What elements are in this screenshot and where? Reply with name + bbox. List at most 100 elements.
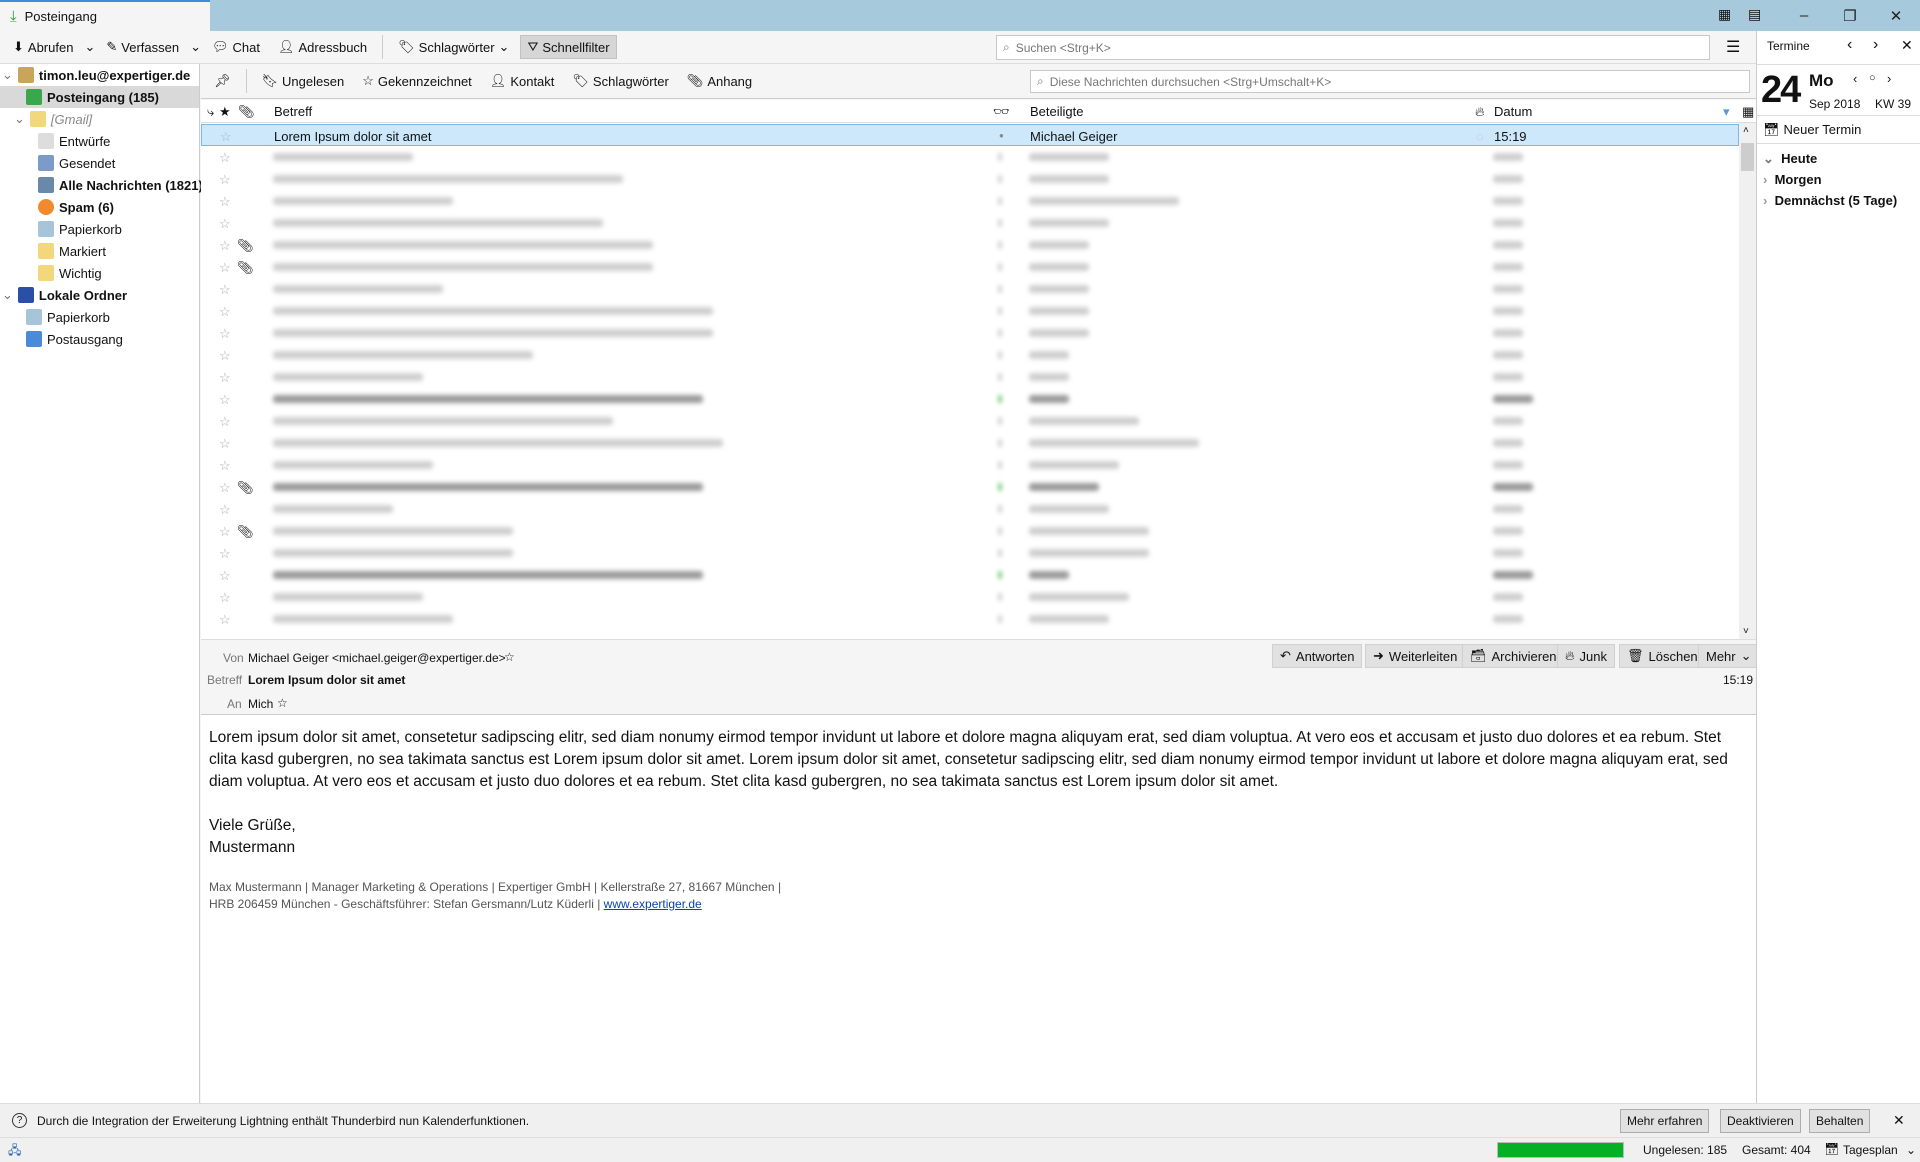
star-icon[interactable]: ☆ [219, 524, 231, 540]
read-dot-icon[interactable] [998, 593, 1002, 601]
section-heute[interactable]: ⌄ Heute [1763, 151, 1817, 167]
close-icon[interactable]: ✕ [1893, 1112, 1905, 1129]
read-dot-icon[interactable] [998, 549, 1002, 557]
deactivate-button[interactable]: Deaktivieren [1720, 1109, 1801, 1133]
folder-item[interactable]: ⌄ [Gmail] [0, 108, 199, 130]
star-column-icon[interactable]: ★ [219, 104, 231, 120]
read-dot-icon[interactable]: ● [999, 131, 1004, 140]
address-book-button[interactable]: 👤︎ Adressbuch [271, 35, 374, 59]
chevron-down-icon[interactable]: ⌄ [2, 287, 13, 303]
message-row[interactable]: ☆ 📎︎ [201, 234, 1739, 256]
sticky-filter-button[interactable]: 📌︎ [207, 69, 238, 93]
message-row[interactable]: ☆ 📎︎ [201, 476, 1739, 498]
folder-item[interactable]: Alle Nachrichten (1821) [0, 174, 203, 196]
more-button[interactable]: Mehr ⌄ [1698, 644, 1760, 668]
to-address[interactable]: Mich [248, 697, 273, 711]
get-mail-button[interactable]: ⬇ Abrufen [6, 35, 80, 59]
read-dot-icon[interactable] [998, 571, 1002, 579]
star-icon[interactable]: ☆ [219, 172, 231, 188]
chevron-down-icon[interactable]: ⌄ [190, 39, 201, 55]
message-filter-input[interactable]: ⌕ Diese Nachrichten durchsuchen <Strg+Ums… [1030, 70, 1750, 93]
message-list-scrollbar[interactable]: ˄ ˅ [1739, 123, 1756, 639]
folder-item[interactable]: Papierkorb [0, 306, 199, 328]
read-dot-icon[interactable] [998, 527, 1002, 535]
filter-attachment[interactable]: 📎︎ Anhang [680, 69, 759, 93]
chevron-down-icon[interactable]: ⌄ [14, 111, 25, 127]
read-dot-icon[interactable] [998, 153, 1002, 161]
read-dot-icon[interactable] [998, 417, 1002, 425]
folder-item[interactable]: Postausgang [0, 328, 199, 350]
star-icon[interactable]: ☆ [219, 436, 231, 452]
from-address[interactable]: Michael Geiger <michael.geiger@expertige… [248, 651, 506, 665]
read-dot-icon[interactable] [998, 351, 1002, 359]
junk-icon[interactable]: ◌ [1476, 129, 1484, 144]
message-row[interactable]: ☆ 📎︎ [201, 520, 1739, 542]
star-icon[interactable]: ☆ [219, 238, 231, 254]
star-icon[interactable]: ☆ [219, 568, 231, 584]
quick-filter-button[interactable]: ⛛ Schnellfilter [520, 35, 617, 59]
restore-button[interactable]: ❐ [1828, 0, 1872, 31]
message-row[interactable]: ☆ [201, 190, 1739, 212]
star-icon[interactable]: ☆ [219, 458, 231, 474]
message-row[interactable]: ☆ 📎︎ [201, 256, 1739, 278]
star-icon[interactable]: ☆ [219, 612, 231, 628]
read-dot-icon[interactable] [998, 395, 1002, 403]
today-icon[interactable]: ○ [1869, 72, 1876, 84]
folder-item[interactable]: Entwürfe [0, 130, 199, 152]
junk-button[interactable]: 🔥︎ Junk [1557, 644, 1616, 668]
star-icon[interactable]: ☆ [219, 348, 231, 364]
read-dot-icon[interactable] [998, 241, 1002, 249]
message-list[interactable]: ☆ Lorem Ipsum dolor sit amet ● Michael G… [201, 123, 1739, 639]
star-icon[interactable]: ☆ [219, 216, 231, 232]
star-icon[interactable]: ☆ [219, 260, 231, 276]
read-dot-icon[interactable] [998, 439, 1002, 447]
section-morgen[interactable]: › Morgen [1763, 172, 1822, 187]
read-dot-icon[interactable] [998, 263, 1002, 271]
reply-button[interactable]: ↶ Antworten [1272, 644, 1363, 668]
star-icon[interactable]: ☆ [219, 304, 231, 320]
read-dot-icon[interactable] [998, 483, 1002, 491]
tasks-tab-icon[interactable]: ▤ [1748, 6, 1761, 23]
read-dot-icon[interactable] [998, 285, 1002, 293]
folder-item[interactable]: Papierkorb [0, 218, 199, 240]
star-icon[interactable]: ☆ [219, 392, 231, 408]
junk-column-icon[interactable]: 🔥︎ [1475, 104, 1485, 120]
keep-button[interactable]: Behalten [1809, 1109, 1871, 1133]
message-row[interactable]: ☆ [201, 366, 1739, 388]
chevron-down-icon[interactable]: ⌄ [1906, 1143, 1916, 1157]
message-row[interactable]: ☆ [201, 454, 1739, 476]
star-icon[interactable]: ☆ [219, 546, 231, 562]
menu-icon[interactable]: ☰ [1726, 37, 1740, 57]
column-datum[interactable]: Datum [1494, 104, 1532, 119]
message-row[interactable]: ☆ [201, 432, 1739, 454]
read-dot-icon[interactable] [998, 373, 1002, 381]
message-row[interactable]: ☆ [201, 608, 1739, 630]
filter-unread[interactable]: 🔖︎ Ungelesen [255, 69, 352, 93]
chevron-down-icon[interactable]: ⌄ [2, 67, 13, 83]
column-picker-icon[interactable]: ▦ [1742, 104, 1754, 120]
star-icon[interactable]: ☆ [277, 696, 288, 710]
read-dot-icon[interactable] [998, 505, 1002, 513]
compose-button[interactable]: ✎ Verfassen [99, 35, 186, 59]
filter-starred[interactable]: ☆ Gekennzeichnet [355, 69, 479, 93]
archive-button[interactable]: 🗃︎ Archivieren [1462, 644, 1565, 668]
chevron-down-icon[interactable]: ⌄ [84, 39, 95, 55]
folder-item[interactable]: Wichtig [0, 262, 199, 284]
read-dot-icon[interactable] [998, 307, 1002, 315]
filter-contact[interactable]: 👤︎ Kontakt [483, 69, 562, 93]
minimize-button[interactable]: – [1782, 0, 1826, 31]
star-icon[interactable]: ☆ [219, 590, 231, 606]
today-pane-toggle[interactable]: Tagesplan [1843, 1143, 1898, 1157]
learn-more-button[interactable]: Mehr erfahren [1620, 1109, 1710, 1133]
message-row[interactable]: ☆ [201, 278, 1739, 300]
section-demnaechst[interactable]: › Demnächst (5 Tage) [1763, 193, 1897, 208]
folder-item[interactable]: Markiert [0, 240, 199, 262]
read-column-icon[interactable]: 👓︎ [993, 104, 1010, 120]
column-betreff[interactable]: Betreff [274, 104, 312, 119]
message-row[interactable]: ☆ [201, 300, 1739, 322]
star-icon[interactable]: ☆ [219, 326, 231, 342]
read-dot-icon[interactable] [998, 219, 1002, 227]
message-row[interactable]: ☆ [201, 212, 1739, 234]
calendar-tab-icon[interactable]: ▦ [1718, 6, 1731, 23]
online-status-icon[interactable]: 🖧︎ [8, 1141, 21, 1162]
